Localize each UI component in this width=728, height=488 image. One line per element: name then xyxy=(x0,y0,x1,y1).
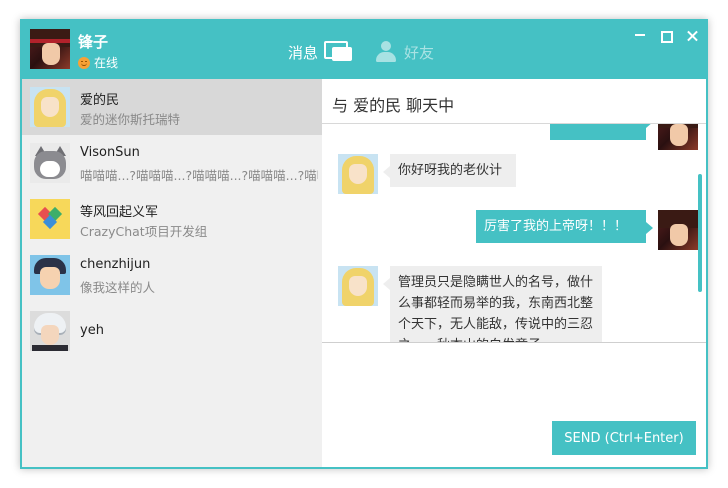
message-bubble: 管理员只是隐瞒世人的名号，做什么事都轻而易举的我，东南西北整个天下，无人能敌，传… xyxy=(383,266,602,342)
self-avatar-small xyxy=(658,124,698,150)
message-bubble-partial xyxy=(550,124,653,140)
minimize-icon[interactable] xyxy=(634,30,646,42)
message-icon xyxy=(324,41,353,63)
message-bubble: 厉害了我的上帝呀！！！ xyxy=(476,210,653,243)
contact-item[interactable]: 等风回起义军 CrazyChat项目开发组 xyxy=(22,191,322,247)
self-avatar-small xyxy=(658,210,698,250)
contact-name: VisonSun xyxy=(80,145,140,160)
silver-hair-avatar xyxy=(30,311,70,351)
blonde-girl-avatar xyxy=(30,87,70,127)
chat-window: 锋子 在线 消息 好友 爱的民 爱的迷你斯托瑞特 VisonSun 喵喵喵...… xyxy=(20,19,708,469)
chat-panel: 与 爱的民 聊天中 你好呀我的老伙计 厉害了我的上帝呀！！！ 管理员只是隐瞒世人… xyxy=(322,79,706,467)
friend-icon xyxy=(374,41,398,63)
message-list[interactable]: 你好呀我的老伙计 厉害了我的上帝呀！！！ 管理员只是隐瞒世人的名号，做什么事都轻… xyxy=(322,124,706,342)
contact-item[interactable]: VisonSun 喵喵喵...?喵喵喵...?喵喵喵...?喵喵喵...?喵喵喵… xyxy=(22,135,322,191)
chat-header: 与 爱的民 聊天中 xyxy=(322,79,706,124)
contact-name: yeh xyxy=(80,323,104,338)
window-controls xyxy=(634,30,698,43)
send-button[interactable]: SEND (Ctrl+Enter) xyxy=(552,421,696,455)
status-label: 在线 xyxy=(94,56,119,70)
chat-title: 与 爱的民 聊天中 xyxy=(332,96,455,115)
contact-item[interactable]: yeh xyxy=(22,303,322,359)
contact-signature: 爱的迷你斯托瑞特 xyxy=(80,112,181,127)
contact-signature: 像我这样的人 xyxy=(80,280,156,295)
smile-status-icon xyxy=(78,56,90,69)
cat-avatar xyxy=(30,143,70,183)
contact-item[interactable]: 爱的民 爱的迷你斯托瑞特 xyxy=(22,79,322,135)
contact-list: 爱的民 爱的迷你斯托瑞特 VisonSun 喵喵喵...?喵喵喵...?喵喵喵.… xyxy=(22,79,322,467)
contact-signature: 喵喵喵...?喵喵喵...?喵喵喵...?喵喵喵...?喵喵喵...?喵 xyxy=(80,168,318,183)
message-scrollbar[interactable] xyxy=(698,174,702,292)
blonde-girl-avatar xyxy=(338,266,378,306)
contact-name: 爱的民 xyxy=(80,93,120,108)
message-bubble: 你好呀我的老伙计 xyxy=(383,154,516,187)
heart-group-avatar xyxy=(30,199,70,239)
tab-friends-label: 好友 xyxy=(404,43,435,62)
boy-avatar xyxy=(30,255,70,295)
contact-name: chenzhijun xyxy=(80,257,151,272)
contact-signature: CrazyChat项目开发组 xyxy=(80,224,208,239)
self-name: 锋子 xyxy=(78,33,109,51)
maximize-icon[interactable] xyxy=(660,30,673,43)
title-bar: 锋子 在线 消息 好友 xyxy=(22,21,706,79)
tab-friends[interactable]: 好友 xyxy=(374,41,434,63)
self-avatar[interactable] xyxy=(30,29,70,69)
contact-item[interactable]: chenzhijun 像我这样的人 xyxy=(22,247,322,303)
contact-name: 等风回起义军 xyxy=(80,205,159,220)
blonde-girl-avatar xyxy=(338,154,378,194)
close-icon[interactable] xyxy=(686,30,698,42)
message-input[interactable] xyxy=(322,343,706,417)
tab-messages[interactable]: 消息 xyxy=(288,41,353,63)
tab-messages-label: 消息 xyxy=(288,43,319,62)
online-status[interactable]: 在线 xyxy=(78,54,118,71)
